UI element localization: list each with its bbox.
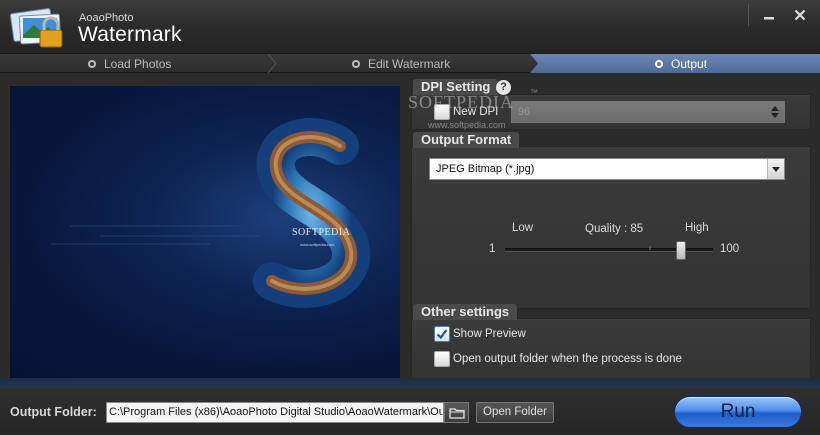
title-bar: AoaoPhoto Watermark	[0, 0, 820, 54]
quality-min-label: 1	[489, 243, 496, 255]
step-label: Edit Watermark	[368, 56, 451, 71]
selected-format: JPEG Bitmap (*.jpg)	[436, 163, 535, 175]
quality-max-label: 100	[720, 243, 740, 255]
output-folder-label: Output Folder:	[10, 405, 97, 419]
spin-up-icon[interactable]	[771, 106, 779, 111]
step-edit-watermark[interactable]: Edit Watermark	[352, 54, 450, 73]
step-radio-icon	[655, 59, 663, 68]
run-button[interactable]: Run	[674, 396, 802, 428]
app-logo-icon	[10, 8, 63, 48]
spin-down-icon[interactable]	[771, 113, 779, 118]
open-folder-button[interactable]: Open Folder	[476, 402, 554, 423]
show-preview-label: Show Preview	[453, 328, 526, 340]
step-output[interactable]: Output	[655, 54, 707, 73]
overlay-watermark-url: www.softpedia.com	[428, 120, 506, 130]
step-label: Load Photos	[104, 56, 172, 71]
quality-low-label: Low	[512, 222, 534, 234]
close-button[interactable]	[787, 4, 813, 26]
minimize-icon	[764, 17, 774, 20]
quality-value-label: Quality : 85	[585, 223, 644, 235]
preview-watermark-text: SOFTPEDIA	[292, 227, 351, 238]
browse-folder-button[interactable]	[444, 402, 469, 423]
dpi-value: 96	[518, 106, 531, 118]
output-format-section-title: Output Format	[413, 132, 520, 148]
app-name-large: Watermark	[78, 23, 182, 46]
checkmark-icon	[436, 329, 448, 340]
quality-high-label: High	[685, 222, 709, 234]
close-icon	[794, 9, 806, 21]
step-load-photos[interactable]: Load Photos	[88, 54, 171, 73]
dropdown-arrow-icon[interactable]	[767, 159, 784, 179]
folder-icon	[448, 407, 465, 419]
open-output-folder-label: Open output folder when the process is d…	[453, 353, 682, 365]
window-buttons-divider	[748, 4, 749, 26]
show-preview-checkbox[interactable]	[434, 326, 450, 342]
divider-strip	[0, 378, 820, 388]
preview-watermark-url: www.softpedia.com	[300, 242, 335, 247]
preview-image: SOFTPEDIA www.softpedia.com	[50, 118, 371, 308]
quality-slider-thumb[interactable]	[676, 241, 687, 260]
output-format-dropdown[interactable]: JPEG Bitmap (*.jpg)	[429, 158, 785, 180]
minimize-button[interactable]	[756, 4, 782, 26]
step-label: Output	[671, 56, 708, 71]
step-radio-icon	[88, 59, 96, 68]
output-folder-input[interactable]: C:\Program Files (x86)\AoaoPhoto Digital…	[106, 402, 444, 423]
overlay-watermark-tm: ™	[530, 88, 538, 97]
dpi-spinner[interactable]: 96	[511, 101, 785, 123]
other-settings-section-title: Other settings	[413, 304, 518, 320]
open-output-folder-checkbox[interactable]	[434, 351, 450, 367]
photo-preview: SOFTPEDIA www.softpedia.com	[10, 86, 400, 378]
overlay-watermark-brand: SOFTPEDIA	[408, 92, 515, 112]
step-radio-icon	[352, 59, 360, 68]
